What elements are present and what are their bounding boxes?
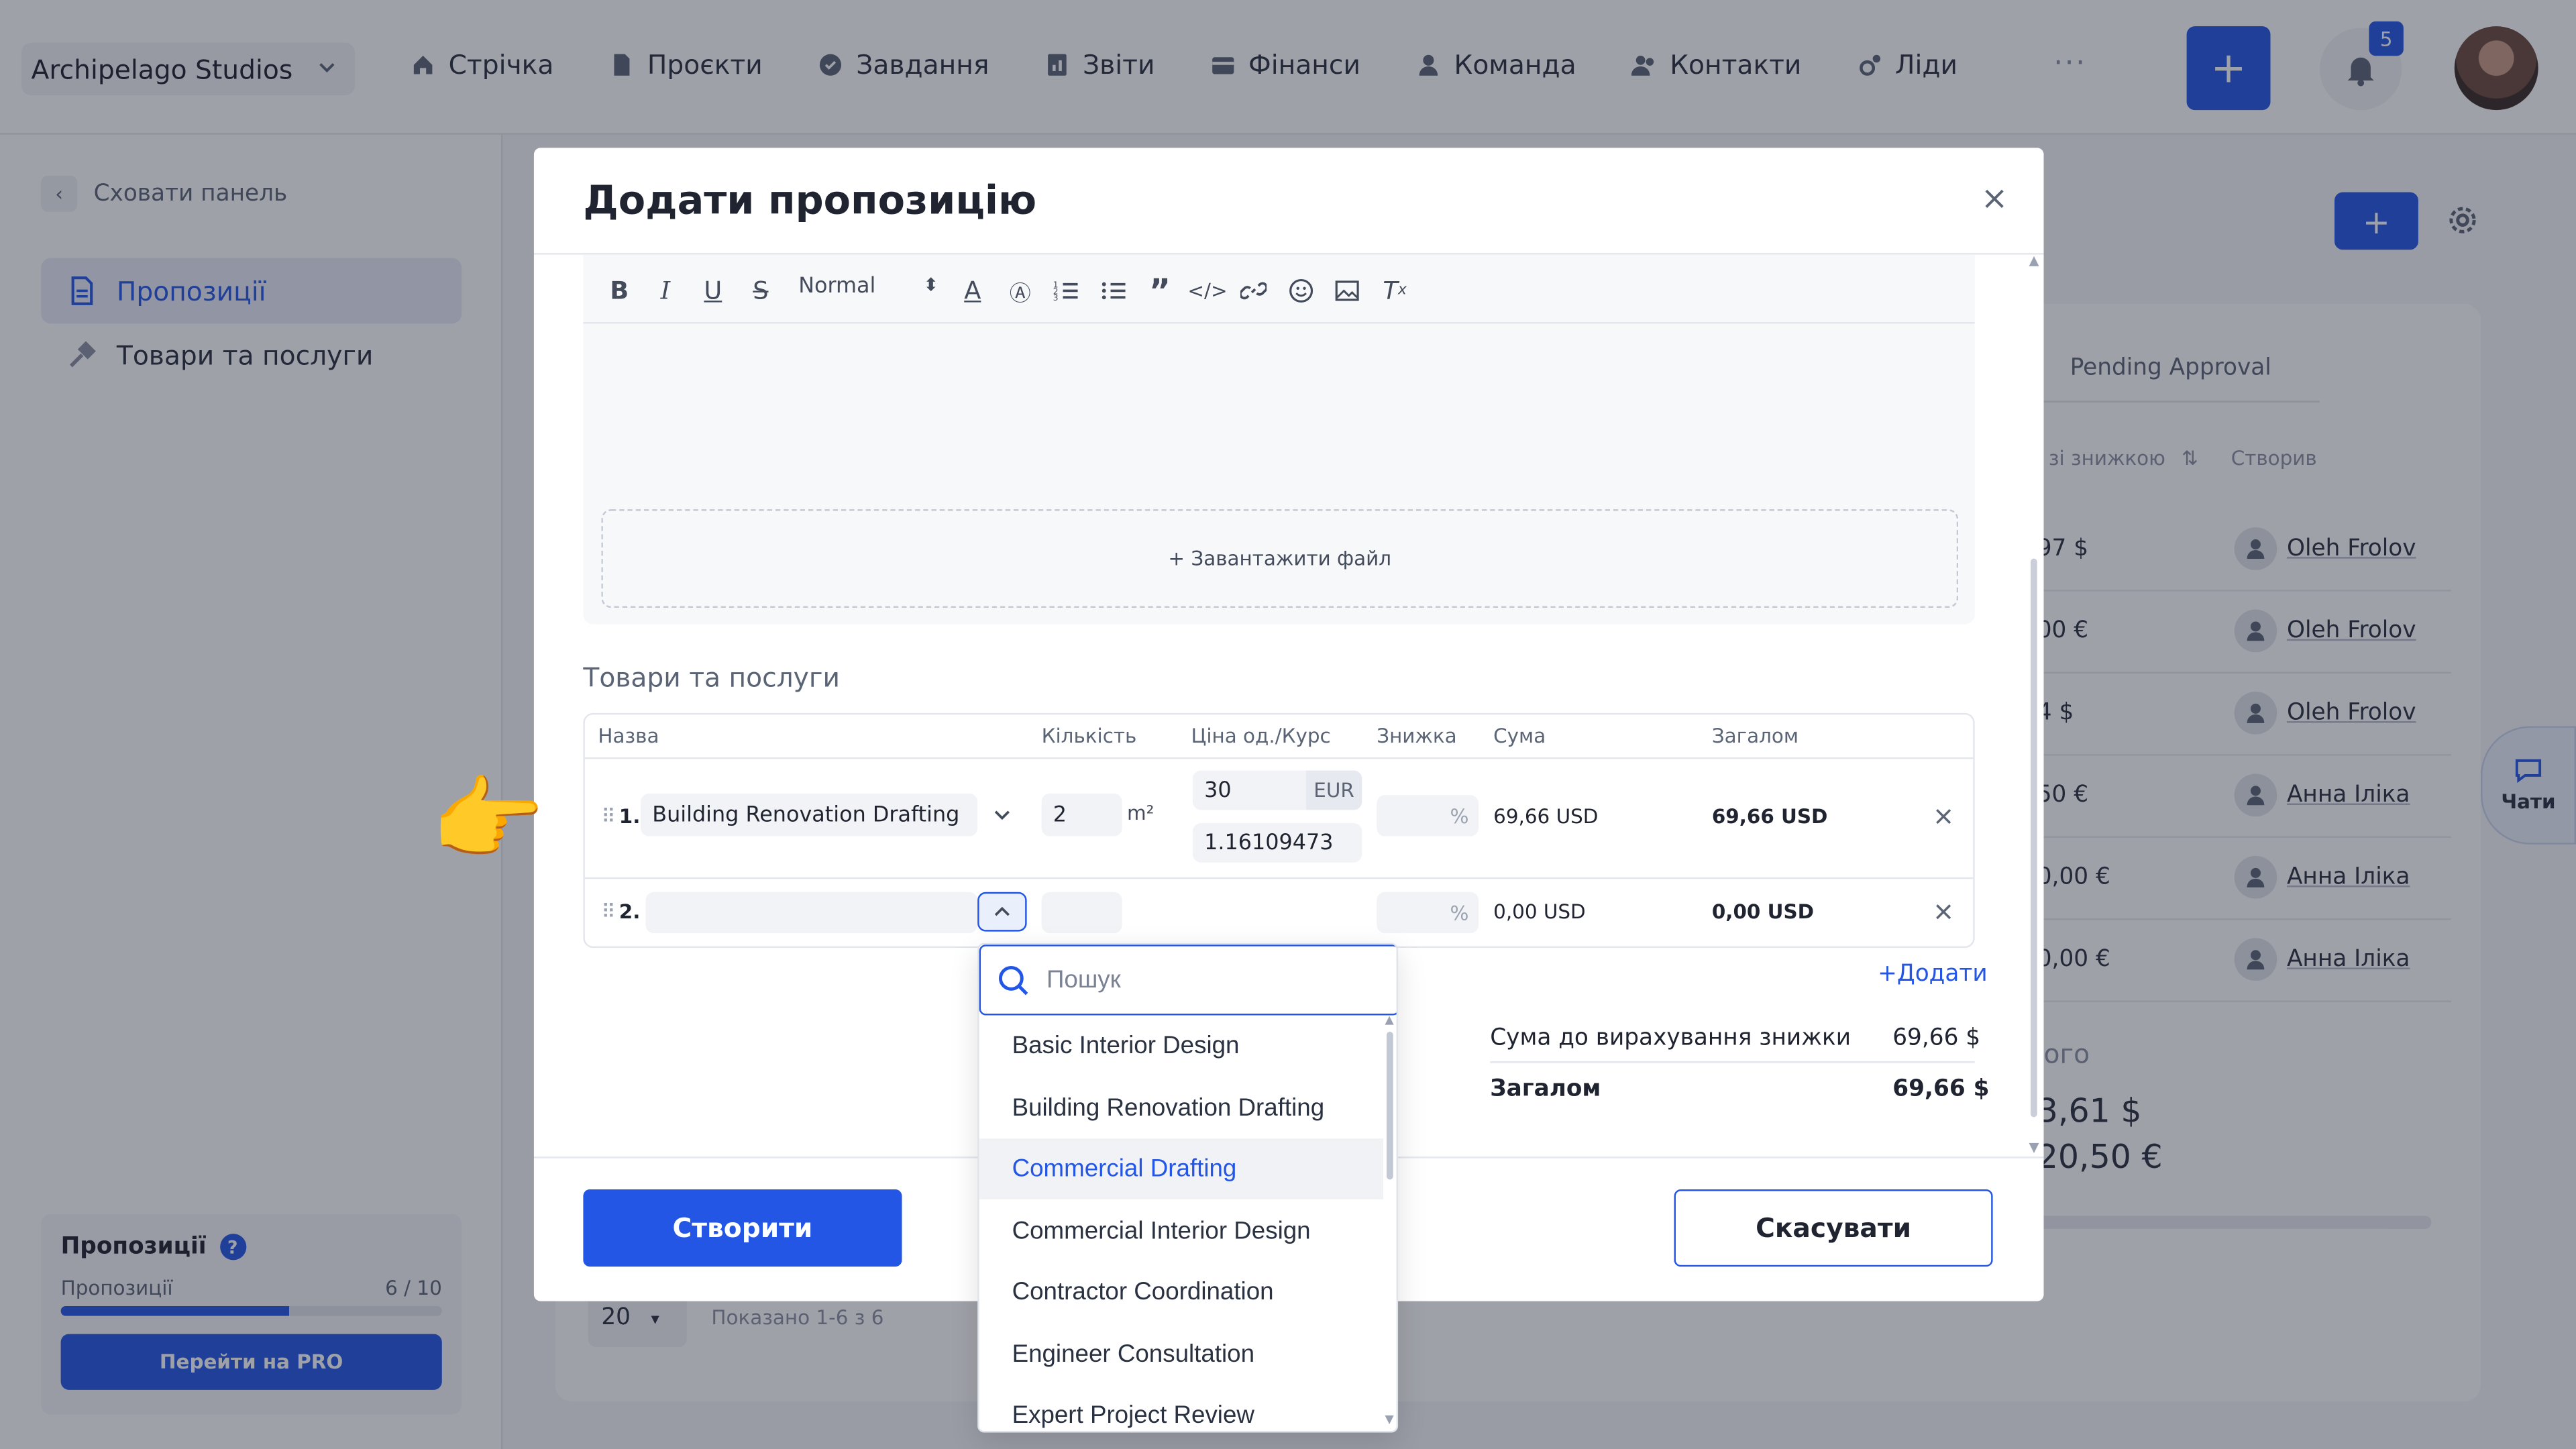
search-icon xyxy=(998,965,1028,995)
drag-handle-icon[interactable]: ⠿ xyxy=(601,805,616,828)
column-qty: Кількість xyxy=(1041,724,1137,748)
exchange-rate-value: 1.16109473 xyxy=(1204,830,1334,855)
discount-input[interactable]: % xyxy=(1377,795,1479,837)
quantity-input[interactable]: 2 xyxy=(1041,793,1122,837)
add-line-button[interactable]: +Додати xyxy=(1878,961,1987,987)
unit-price-input[interactable]: 30 EUR xyxy=(1192,770,1362,810)
emoji-icon[interactable] xyxy=(1285,274,1318,307)
percent-unit: % xyxy=(1450,804,1469,828)
line-item-number: ⠿ 2. xyxy=(601,900,640,923)
dropdown-scrollbar[interactable]: ▲ ▼ xyxy=(1385,1014,1395,1429)
line-total: 0,00 USD xyxy=(1711,900,1815,924)
discount-input[interactable]: % xyxy=(1377,892,1479,934)
highlight-color-icon[interactable]: Ⓐ xyxy=(1004,274,1036,307)
ordered-list-icon[interactable]: 123 xyxy=(1050,274,1083,307)
line-sum: 69,66 USD xyxy=(1493,805,1599,828)
exchange-rate-input[interactable]: 1.16109473 xyxy=(1192,822,1362,863)
unit-price-value: 30 xyxy=(1204,777,1232,803)
updown-icon: ⬍ xyxy=(923,274,938,296)
remove-line-icon[interactable] xyxy=(1931,804,1957,830)
text-format-select[interactable]: Normal xyxy=(798,274,875,299)
pre-discount-value: 69,66 $ xyxy=(1892,1025,1981,1052)
dropdown-option[interactable]: Engineer Consultation xyxy=(979,1324,1383,1385)
quantity-value: 2 xyxy=(1053,802,1067,828)
scroll-thumb[interactable] xyxy=(2030,558,2037,1118)
scroll-up-arrow-icon[interactable]: ▲ xyxy=(1385,1014,1393,1027)
dropdown-option[interactable]: Commercial Drafting xyxy=(979,1138,1384,1199)
scroll-up-arrow-icon[interactable]: ▲ xyxy=(2029,253,2039,268)
chevron-down-icon[interactable] xyxy=(977,795,1026,835)
grand-total-value: 69,66 $ xyxy=(1892,1076,1990,1103)
column-discount: Знижка xyxy=(1377,724,1457,748)
line-item-number: ⠿ 1. xyxy=(601,805,640,828)
app-root: Archipelago Studios Стрічка Проєкти Завд… xyxy=(0,0,2576,1449)
strikethrough-icon[interactable]: S xyxy=(744,274,777,307)
text-color-icon[interactable]: A xyxy=(956,274,989,307)
modal-title: Додати пропозицію xyxy=(583,177,1037,224)
dropdown-option[interactable]: Expert Project Review xyxy=(979,1385,1383,1431)
line-total: 69,66 USD xyxy=(1711,805,1828,828)
line-item-index: 1. xyxy=(619,805,641,828)
product-dropdown: Basic Interior DesignBuilding Renovation… xyxy=(977,943,1399,1433)
column-name: Назва xyxy=(598,724,659,748)
pre-discount-label: Сума до вирахування знижки xyxy=(1490,1025,1851,1052)
scroll-down-arrow-icon[interactable]: ▼ xyxy=(2029,1140,2039,1155)
grand-total-label: Загалом xyxy=(1490,1076,1601,1103)
upload-file-dropzone[interactable]: + Завантажити файл xyxy=(601,509,1959,608)
cancel-button[interactable]: Скасувати xyxy=(1674,1189,1993,1267)
clear-format-icon[interactable]: Tx xyxy=(1379,274,1411,307)
column-total: Загалом xyxy=(1711,724,1799,748)
rich-text-editor[interactable]: B I U S Normal ⬍ A Ⓐ 123 ” </> T x + Зав… xyxy=(583,254,1975,625)
blockquote-icon[interactable]: ” xyxy=(1143,271,1176,311)
dropdown-search xyxy=(979,945,1397,1016)
close-icon[interactable] xyxy=(1976,180,2012,217)
bullet-list-icon[interactable] xyxy=(1097,274,1130,307)
line-item-index: 2. xyxy=(619,900,641,924)
products-services-title: Товари та послуги xyxy=(583,661,840,694)
search-input[interactable] xyxy=(1046,966,1359,994)
percent-unit: % xyxy=(1450,901,1469,924)
pointing-hand-icon: 👉 xyxy=(430,767,545,874)
unit-label: m² xyxy=(1127,802,1155,825)
bold-icon[interactable]: B xyxy=(603,274,636,307)
column-price: Ціна од./Курс xyxy=(1191,724,1331,748)
column-sum: Сума xyxy=(1493,724,1546,748)
header-divider xyxy=(584,757,1974,759)
dropdown-options: Basic Interior Design Building Renovation… xyxy=(979,1015,1384,1431)
italic-icon[interactable]: I xyxy=(649,274,682,307)
image-icon[interactable] xyxy=(1331,274,1364,307)
scroll-down-arrow-icon[interactable]: ▼ xyxy=(1385,1413,1393,1426)
modal-scrollbar[interactable]: ▲ ▼ xyxy=(2029,253,2039,1155)
product-select[interactable] xyxy=(645,892,978,934)
scroll-thumb[interactable] xyxy=(1386,1031,1393,1180)
editor-toolbar: B I U S Normal ⬍ A Ⓐ 123 ” </> T x xyxy=(583,255,1975,324)
summary-divider xyxy=(1490,1061,1975,1063)
link-icon[interactable] xyxy=(1237,274,1270,307)
product-select[interactable]: Building Renovation Drafting xyxy=(641,793,978,837)
dropdown-option[interactable]: Building Renovation Drafting xyxy=(979,1077,1383,1138)
create-button[interactable]: Створити xyxy=(583,1189,902,1267)
svg-text:3: 3 xyxy=(1053,293,1059,303)
dropdown-option[interactable]: Contractor Coordination xyxy=(979,1262,1383,1323)
chevron-up-icon[interactable] xyxy=(977,892,1027,932)
line-sum: 0,00 USD xyxy=(1493,900,1586,924)
quantity-input[interactable] xyxy=(1041,892,1122,934)
code-icon[interactable]: </> xyxy=(1187,274,1227,307)
currency-tag[interactable]: EUR xyxy=(1305,770,1362,810)
underline-icon[interactable]: U xyxy=(696,274,729,307)
remove-line-icon[interactable] xyxy=(1931,899,1957,925)
dropdown-option[interactable]: Basic Interior Design xyxy=(979,1015,1383,1076)
line-items-table: Назва Кількість Ціна од./Курс Знижка Сум… xyxy=(583,712,1975,949)
drag-handle-icon[interactable]: ⠿ xyxy=(601,900,616,923)
dropdown-option[interactable]: Commercial Interior Design xyxy=(979,1200,1383,1261)
product-name: Building Renovation Drafting xyxy=(652,802,960,828)
row-divider xyxy=(584,877,1974,879)
